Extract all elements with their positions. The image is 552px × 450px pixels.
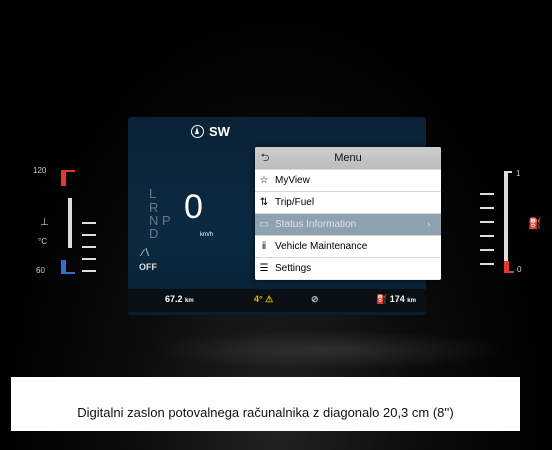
range-value: 174 — [389, 294, 405, 304]
speed-value: 0 — [184, 188, 203, 226]
fuel-tick — [480, 193, 494, 195]
temp-hot-marker — [61, 170, 66, 186]
odometer-unit: km — [185, 298, 194, 304]
temp-needle-bar — [68, 198, 72, 248]
menu-item-label: Vehicle Maintenance — [275, 241, 368, 252]
back-arrow-icon[interactable]: ⮌ — [255, 149, 275, 168]
menu-item-label: Trip/Fuel — [275, 197, 315, 208]
dashboard-glare — [150, 330, 510, 370]
fuel-full-label: 1 — [516, 169, 521, 178]
temp-tick — [82, 258, 96, 260]
car-icon: ▭ — [259, 219, 269, 230]
menu-item-label: Settings — [275, 263, 312, 274]
outside-temperature: 4° ⚠ — [254, 294, 273, 305]
temp-min-label: 60 — [36, 266, 45, 275]
odometer: 67.2 km — [165, 294, 194, 304]
menu-item-label: Status Information — [275, 219, 357, 230]
temp-tick — [82, 222, 96, 224]
menu-item-trip-fuel[interactable]: ⇅ Trip/Fuel — [255, 191, 441, 213]
menu-item-vehicle-maintenance[interactable]: ⅱ Vehicle Maintenance — [255, 235, 441, 257]
temp-bracket-top — [66, 170, 75, 172]
fuel-tick — [480, 249, 494, 251]
compass-heading: SW — [191, 124, 230, 139]
star-icon: ☆ — [259, 175, 269, 186]
menu-item-settings[interactable]: ☰ Settings — [255, 257, 441, 279]
menu-header: ⮌ Menu — [255, 147, 441, 169]
temperature-gauge: 120 60 °C ⊥ — [30, 160, 120, 280]
temp-unit-label: °C — [38, 237, 47, 246]
temp-tick — [82, 234, 96, 236]
coolant-icon: ⊥ — [40, 217, 49, 228]
temp-tick — [82, 246, 96, 248]
fuel-bracket-bottom — [504, 271, 514, 273]
fuel-tick — [480, 221, 494, 223]
fuel-tick — [480, 235, 494, 237]
gear-p: P — [162, 213, 171, 228]
fuel-level-bar — [504, 173, 508, 261]
fuel-tick — [480, 263, 494, 265]
fuel-tick — [480, 207, 494, 209]
range-unit: km — [407, 298, 416, 304]
speed-unit: km/h — [200, 232, 214, 238]
lane-keeping-icon: ⊘ — [311, 294, 319, 304]
fuel-pump-icon: ⛽ — [528, 218, 542, 230]
auto-wiper-status: OFF — [139, 262, 157, 272]
fuel-range-icon: ⛽ — [376, 294, 388, 304]
wrench-icon: ⅱ — [261, 241, 267, 252]
range: ⛽ 174 km — [376, 294, 416, 305]
compass-heading-text: SW — [209, 124, 230, 139]
gear-d: D — [149, 226, 159, 241]
gear-l: L — [149, 186, 157, 201]
menu-title: Menu — [334, 152, 362, 164]
ice-warning-icon: ⚠ — [265, 294, 274, 304]
outside-temp-value: 4° — [254, 294, 263, 304]
chevron-right-icon: › — [427, 219, 431, 230]
image-caption: Digitalni zaslon potovalnega računalnika… — [77, 405, 454, 420]
sliders-icon: ☰ — [259, 263, 269, 274]
menu-item-status-information[interactable]: ▭ Status Information › — [255, 213, 441, 235]
odometer-value: 67.2 — [165, 294, 183, 304]
fuel-empty-label: 0 — [517, 265, 522, 274]
menu-item-label: MyView — [275, 175, 310, 186]
auto-wiper-icon: ∕∖ — [141, 248, 151, 259]
fuel-gauge: 1 0 ⛽ — [470, 165, 545, 280]
compass-icon — [191, 125, 204, 138]
caption-box — [11, 377, 520, 431]
temp-tick — [82, 270, 96, 272]
trip-icon: ⇅ — [259, 197, 269, 208]
menu-item-myview[interactable]: ☆ MyView — [255, 169, 441, 191]
menu-panel: ⮌ Menu ☆ MyView ⇅ Trip/Fuel ▭ Status Inf… — [255, 147, 441, 280]
temp-bracket-bottom — [66, 272, 75, 274]
temp-max-label: 120 — [33, 166, 47, 175]
